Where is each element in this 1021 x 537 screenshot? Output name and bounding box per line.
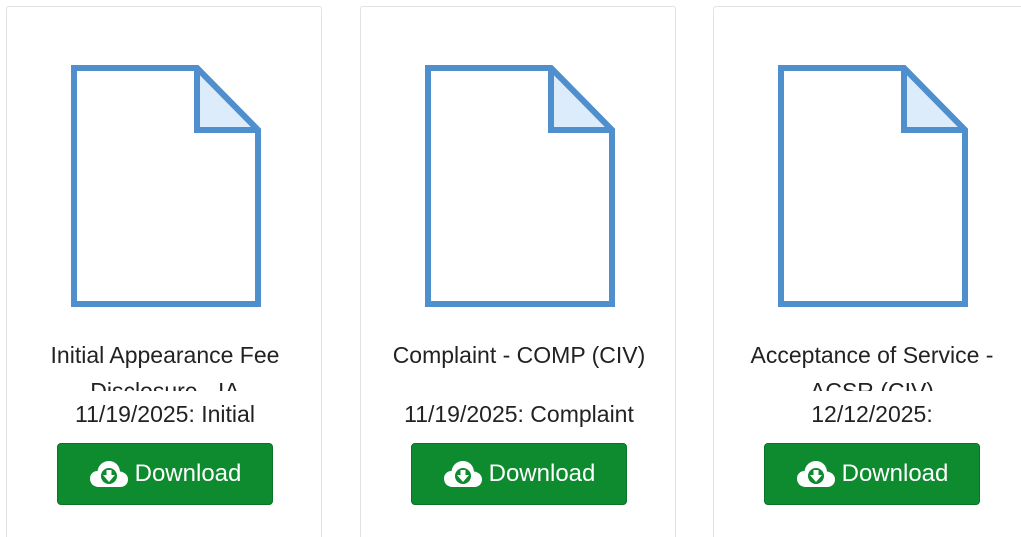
download-button[interactable]: Download — [764, 443, 980, 505]
document-title: Initial Appearance Fee Disclosure - IA — [50, 342, 280, 391]
download-button-label: Download — [134, 460, 242, 487]
cloud-download-icon — [443, 461, 482, 487]
cloud-download-icon — [796, 461, 835, 487]
download-button[interactable]: Download — [411, 443, 627, 505]
document-card: Complaint - COMP (CIV) 11/19/2025: Compl… — [360, 6, 676, 537]
download-button[interactable]: Download — [57, 443, 273, 505]
document-subtitle: 12/12/2025: Acceptance of — [799, 401, 945, 447]
document-card: Initial Appearance Fee Disclosure - IA 1… — [6, 6, 322, 537]
document-title: Acceptance of Service - ACSR (CIV) — [750, 342, 994, 391]
cloud-download-icon — [89, 461, 128, 487]
file-icon — [71, 65, 261, 307]
file-icon — [778, 65, 968, 307]
document-title: Complaint - COMP (CIV) — [392, 342, 646, 368]
download-button-label: Download — [488, 460, 596, 487]
document-subtitle: 11/19/2025: Complaint - COMP — [404, 401, 634, 447]
document-grid: Initial Appearance Fee Disclosure - IA 1… — [0, 0, 1021, 537]
file-icon — [425, 65, 615, 307]
document-card: Acceptance of Service - ACSR (CIV) 12/12… — [713, 6, 1021, 537]
download-button-label: Download — [841, 460, 949, 487]
document-subtitle: 11/19/2025: Initial Appearance Fee — [75, 401, 255, 447]
